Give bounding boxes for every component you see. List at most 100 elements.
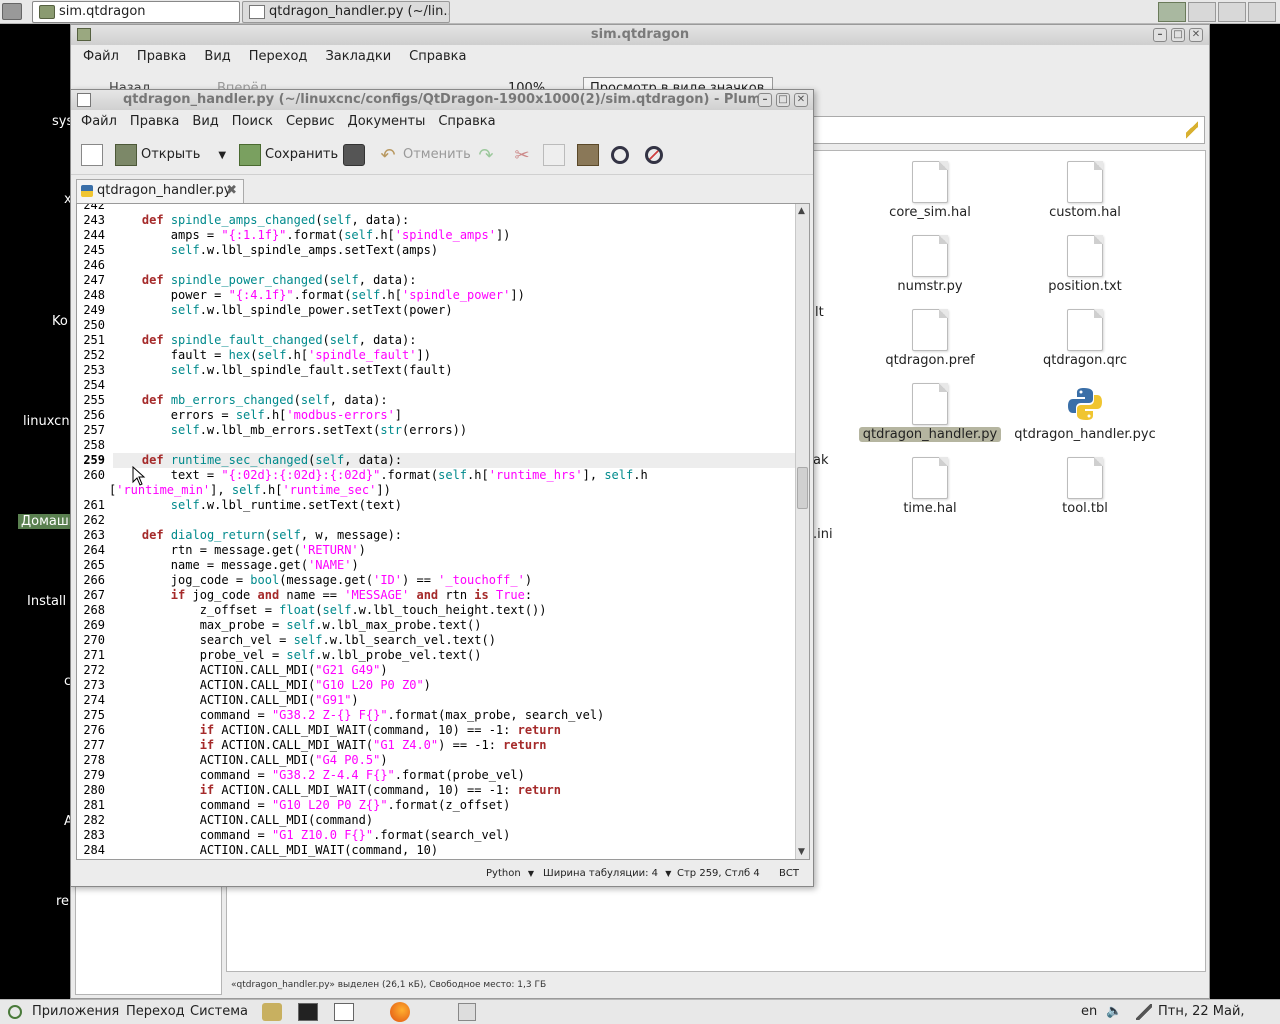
scissors-icon: ✂ bbox=[514, 144, 530, 166]
file-item[interactable]: custom.hal bbox=[1010, 161, 1160, 220]
workspace-switcher-1[interactable] bbox=[1158, 2, 1186, 22]
file-item[interactable]: position.txt bbox=[1010, 235, 1160, 294]
code-line: z_offset = float(self.w.lbl_touch_height… bbox=[113, 603, 547, 617]
code-line: command = "G10 L20 P0 Z{}".format(z_offs… bbox=[113, 798, 511, 812]
desktop-icon-label[interactable]: Ko bbox=[52, 314, 68, 329]
scroll-down-arrow[interactable]: ▼ bbox=[798, 847, 805, 857]
menu-file[interactable]: Файл bbox=[83, 45, 119, 69]
volume-icon[interactable]: 🔈 bbox=[1106, 1000, 1122, 1024]
undo-button[interactable]: ↶ Отменить bbox=[377, 143, 470, 167]
search-replace-icon bbox=[645, 145, 663, 164]
workspace-switcher-2[interactable] bbox=[1188, 2, 1216, 22]
cut-button[interactable]: ✂ bbox=[511, 143, 537, 167]
line-number: 267 bbox=[83, 588, 105, 602]
menu-documents[interactable]: Документы bbox=[348, 111, 426, 133]
redo-button[interactable]: ↷ bbox=[475, 143, 501, 167]
file-item[interactable]: qtdragon.qrc bbox=[1010, 309, 1160, 368]
places-menu[interactable]: Переход bbox=[126, 1000, 185, 1024]
document-icon bbox=[912, 309, 948, 351]
location-bar[interactable] bbox=[813, 116, 1205, 144]
code-line: command = "G38.2 Z-4.4 F{}".format(probe… bbox=[113, 768, 525, 782]
taskbar-tab-editor[interactable]: qtdragon_handler.py (~/lin... bbox=[242, 1, 450, 23]
line-number: 272 bbox=[83, 663, 105, 677]
copy-icon bbox=[543, 143, 565, 166]
file-item[interactable]: core_sim.hal bbox=[855, 161, 1005, 220]
search-icon bbox=[611, 145, 629, 164]
text-editor-launcher-icon[interactable] bbox=[334, 1003, 354, 1021]
network-icon[interactable] bbox=[1136, 1004, 1152, 1020]
clear-icon[interactable] bbox=[1186, 121, 1198, 139]
document-tab[interactable]: qtdragon_handler.py ✖ bbox=[76, 179, 244, 203]
save-button[interactable]: Сохранить bbox=[239, 143, 338, 167]
maximize-button[interactable]: □ bbox=[776, 93, 790, 107]
file-item[interactable]: qtdragon_handler.pyc bbox=[1010, 383, 1160, 442]
menu-search[interactable]: Поиск bbox=[232, 111, 273, 133]
file-manager-statusbar: «qtdragon_handler.py» выделен (26,1 кБ),… bbox=[231, 980, 547, 990]
system-menu[interactable]: Система bbox=[190, 1000, 248, 1024]
file-item-selected[interactable]: qtdragon_handler.py bbox=[855, 383, 1005, 442]
scrollbar-thumb[interactable] bbox=[797, 467, 808, 509]
menu-file[interactable]: Файл bbox=[81, 111, 117, 133]
tab-width-selector[interactable]: Ширина табуляции: 4 ▼ bbox=[543, 862, 671, 886]
menu-bookmarks[interactable]: Закладки bbox=[325, 45, 391, 69]
code-line: max_probe = self.w.lbl_max_probe.text() bbox=[113, 618, 482, 632]
code-line: def spindle_power_changed(self, data): bbox=[141, 273, 417, 287]
menu-edit[interactable]: Правка bbox=[137, 45, 186, 69]
menu-help[interactable]: Справка bbox=[409, 45, 466, 69]
taskbar-tab-file-manager[interactable]: sim.qtdragon bbox=[32, 1, 240, 23]
line-number: 278 bbox=[83, 753, 105, 767]
open-button[interactable]: Открыть ▼ bbox=[115, 143, 226, 167]
workspace-switcher-4[interactable] bbox=[1248, 2, 1276, 22]
minimize-button[interactable]: – bbox=[758, 93, 772, 107]
close-button[interactable]: ✕ bbox=[794, 93, 808, 107]
file-item[interactable]: numstr.py bbox=[855, 235, 1005, 294]
find-replace-button[interactable] bbox=[645, 143, 667, 167]
chevron-down-icon[interactable]: ▼ bbox=[218, 150, 226, 161]
print-button[interactable] bbox=[343, 143, 369, 167]
menu-view[interactable]: Вид bbox=[204, 45, 230, 69]
desktop-icon-label[interactable]: linuxcnc bbox=[23, 414, 77, 429]
file-item[interactable]: time.hal bbox=[855, 457, 1005, 516]
clock[interactable]: Птн, 22 Май, 21:08 bbox=[1158, 1000, 1280, 1024]
menu-view[interactable]: Вид bbox=[192, 111, 218, 133]
close-tab-icon[interactable]: ✖ bbox=[226, 180, 237, 202]
menu-tools[interactable]: Сервис bbox=[286, 111, 335, 133]
desktop-icon-label[interactable]: re bbox=[56, 894, 69, 909]
close-button[interactable]: ✕ bbox=[1189, 28, 1203, 42]
vertical-scrollbar[interactable]: ▲ ▼ bbox=[795, 204, 809, 859]
code-view[interactable]: 242 243 244 245 246 247 248 249 250 251 252 253 254 2… bbox=[76, 203, 810, 860]
desktop-icon-label[interactable]: Install bbox=[27, 594, 66, 609]
file-item[interactable]: tool.tbl bbox=[1010, 457, 1160, 516]
line-number: 259 bbox=[83, 453, 105, 467]
find-button[interactable] bbox=[611, 143, 633, 167]
file-item[interactable]: qtdragon.pref bbox=[855, 309, 1005, 368]
workspace-switcher-3[interactable] bbox=[1218, 2, 1246, 22]
menu-edit[interactable]: Правка bbox=[130, 111, 179, 133]
language-selector[interactable]: Python ▼ bbox=[486, 862, 534, 886]
menu-help[interactable]: Справка bbox=[438, 111, 495, 133]
folder-icon bbox=[77, 28, 91, 41]
linuxcnc-launcher-icon[interactable] bbox=[262, 1003, 282, 1021]
code-line: def runtime_sec_changed(self, data): bbox=[113, 453, 799, 468]
menu-go[interactable]: Переход bbox=[249, 45, 308, 69]
line-number: 254 bbox=[83, 378, 105, 392]
line-number: 275 bbox=[83, 708, 105, 722]
file-manager-titlebar[interactable]: sim.qtdragon – □ ✕ bbox=[71, 25, 1209, 45]
line-number: 276 bbox=[83, 723, 105, 737]
terminal-launcher-icon[interactable] bbox=[298, 1003, 318, 1021]
maximize-button[interactable]: □ bbox=[1171, 28, 1185, 42]
paste-button[interactable] bbox=[577, 143, 603, 167]
keyboard-layout[interactable]: en bbox=[1081, 1000, 1097, 1024]
show-desktop-icon[interactable] bbox=[2, 3, 22, 20]
copy-button[interactable] bbox=[543, 143, 569, 167]
firefox-launcher-icon[interactable] bbox=[390, 1002, 410, 1022]
new-button[interactable] bbox=[81, 143, 107, 167]
applications-menu[interactable]: Приложения bbox=[32, 1000, 119, 1024]
code-line: power = "{:4.1f}".format(self.h['spindle… bbox=[113, 288, 525, 302]
editor-titlebar[interactable]: qtdragon_handler.py (~/linuxcnc/configs/… bbox=[71, 90, 813, 110]
code-line: ACTION.CALL_MDI_WAIT(command, 10) bbox=[113, 843, 439, 857]
code-line: self.w.lbl_spindle_power.setText(power) bbox=[170, 303, 453, 317]
trash-icon[interactable] bbox=[458, 1003, 476, 1021]
scroll-up-arrow[interactable]: ▲ bbox=[798, 206, 805, 216]
minimize-button[interactable]: – bbox=[1153, 28, 1167, 42]
